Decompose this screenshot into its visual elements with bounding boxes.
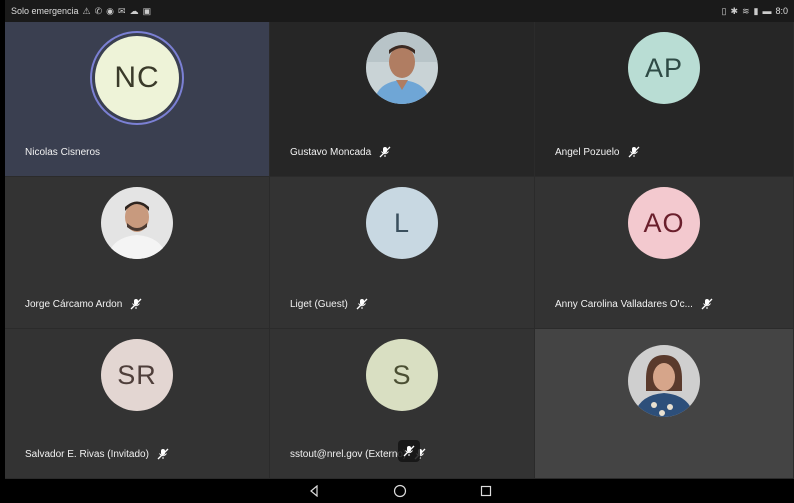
participant-tile[interactable]: AP Angel Pozuelo [535, 22, 794, 177]
self-view-tile[interactable] [535, 329, 794, 479]
avatar: SR [101, 339, 173, 411]
carrier-text: Solo emergencia [11, 6, 79, 16]
recents-button[interactable] [478, 483, 494, 499]
battery-icon: ▬ [762, 6, 772, 16]
mic-off-icon [628, 146, 639, 158]
participant-tile[interactable]: SR Salvador E. Rivas (Invitado) [5, 329, 270, 479]
participant-name: sstout@nrel.gov (Externo) [290, 448, 407, 460]
clock: 8:0 [775, 6, 788, 16]
avatar: NC [95, 36, 179, 120]
mic-off-icon [379, 146, 391, 158]
mic-off-icon [356, 298, 368, 310]
mic-off-icon [157, 448, 169, 460]
avatar: AP [628, 32, 700, 104]
participant-name: Nicolas Cisneros [25, 147, 101, 158]
app-icon: ▣ [142, 5, 152, 16]
avatar: L [366, 187, 438, 259]
cloud-icon: ☁ [129, 5, 139, 16]
home-icon [393, 484, 406, 498]
participant-name: Gustavo Moncada [290, 146, 372, 158]
mic-off-icon [130, 298, 142, 310]
home-button[interactable] [392, 483, 408, 499]
phone-icon: ✆ [94, 5, 103, 16]
participant-tile[interactable]: L Liget (Guest) [270, 177, 535, 329]
meeting-screen: Solo emergencia ⚠ ✆ ◉ ✉ ☁ ▣ ▯ ✱ ≋ ▮ ▬ 8:… [5, 0, 794, 503]
recents-icon [480, 485, 491, 497]
system-nav-bar [5, 479, 794, 503]
bluetooth-icon: ✱ [730, 5, 738, 16]
mail-icon: ✉ [118, 5, 126, 16]
participant-tile[interactable]: Jorge Cárcamo Ardon [5, 177, 270, 329]
participant-grid: NC Nicolas Cisneros Gustavo Moncada AP A… [5, 22, 794, 479]
mic-off-icon [403, 445, 415, 457]
avatar: S [366, 339, 438, 411]
wifi-icon: ≋ [741, 5, 750, 16]
participant-tile[interactable]: Gustavo Moncada [270, 22, 535, 177]
avatar: AO [628, 187, 700, 259]
avatar-photo [366, 32, 438, 104]
participant-name: Liget (Guest) [290, 298, 348, 310]
warning-icon: ⚠ [82, 5, 91, 16]
participant-name: Jorge Cárcamo Ardon [25, 298, 123, 310]
participant-name: Angel Pozuelo [555, 146, 620, 158]
participant-tile[interactable]: AO Anny Carolina Valladares O'c... [535, 177, 794, 329]
participant-name: Anny Carolina Valladares O'c... [555, 298, 693, 310]
mute-toggle-button[interactable] [398, 440, 420, 462]
participant-name: Salvador E. Rivas (Invitado) [25, 448, 149, 460]
mic-off-icon [701, 298, 713, 310]
participant-tile[interactable]: NC Nicolas Cisneros [5, 22, 270, 177]
notification-icon: ◉ [106, 5, 115, 16]
back-icon [309, 485, 318, 497]
avatar-photo [628, 345, 700, 417]
avatar-photo [101, 187, 173, 259]
back-button[interactable] [306, 483, 322, 499]
status-bar: Solo emergencia ⚠ ✆ ◉ ✉ ☁ ▣ ▯ ✱ ≋ ▮ ▬ 8:… [5, 0, 794, 22]
signal-icon: ▮ [753, 5, 759, 16]
vibrate-icon: ▯ [721, 5, 727, 16]
